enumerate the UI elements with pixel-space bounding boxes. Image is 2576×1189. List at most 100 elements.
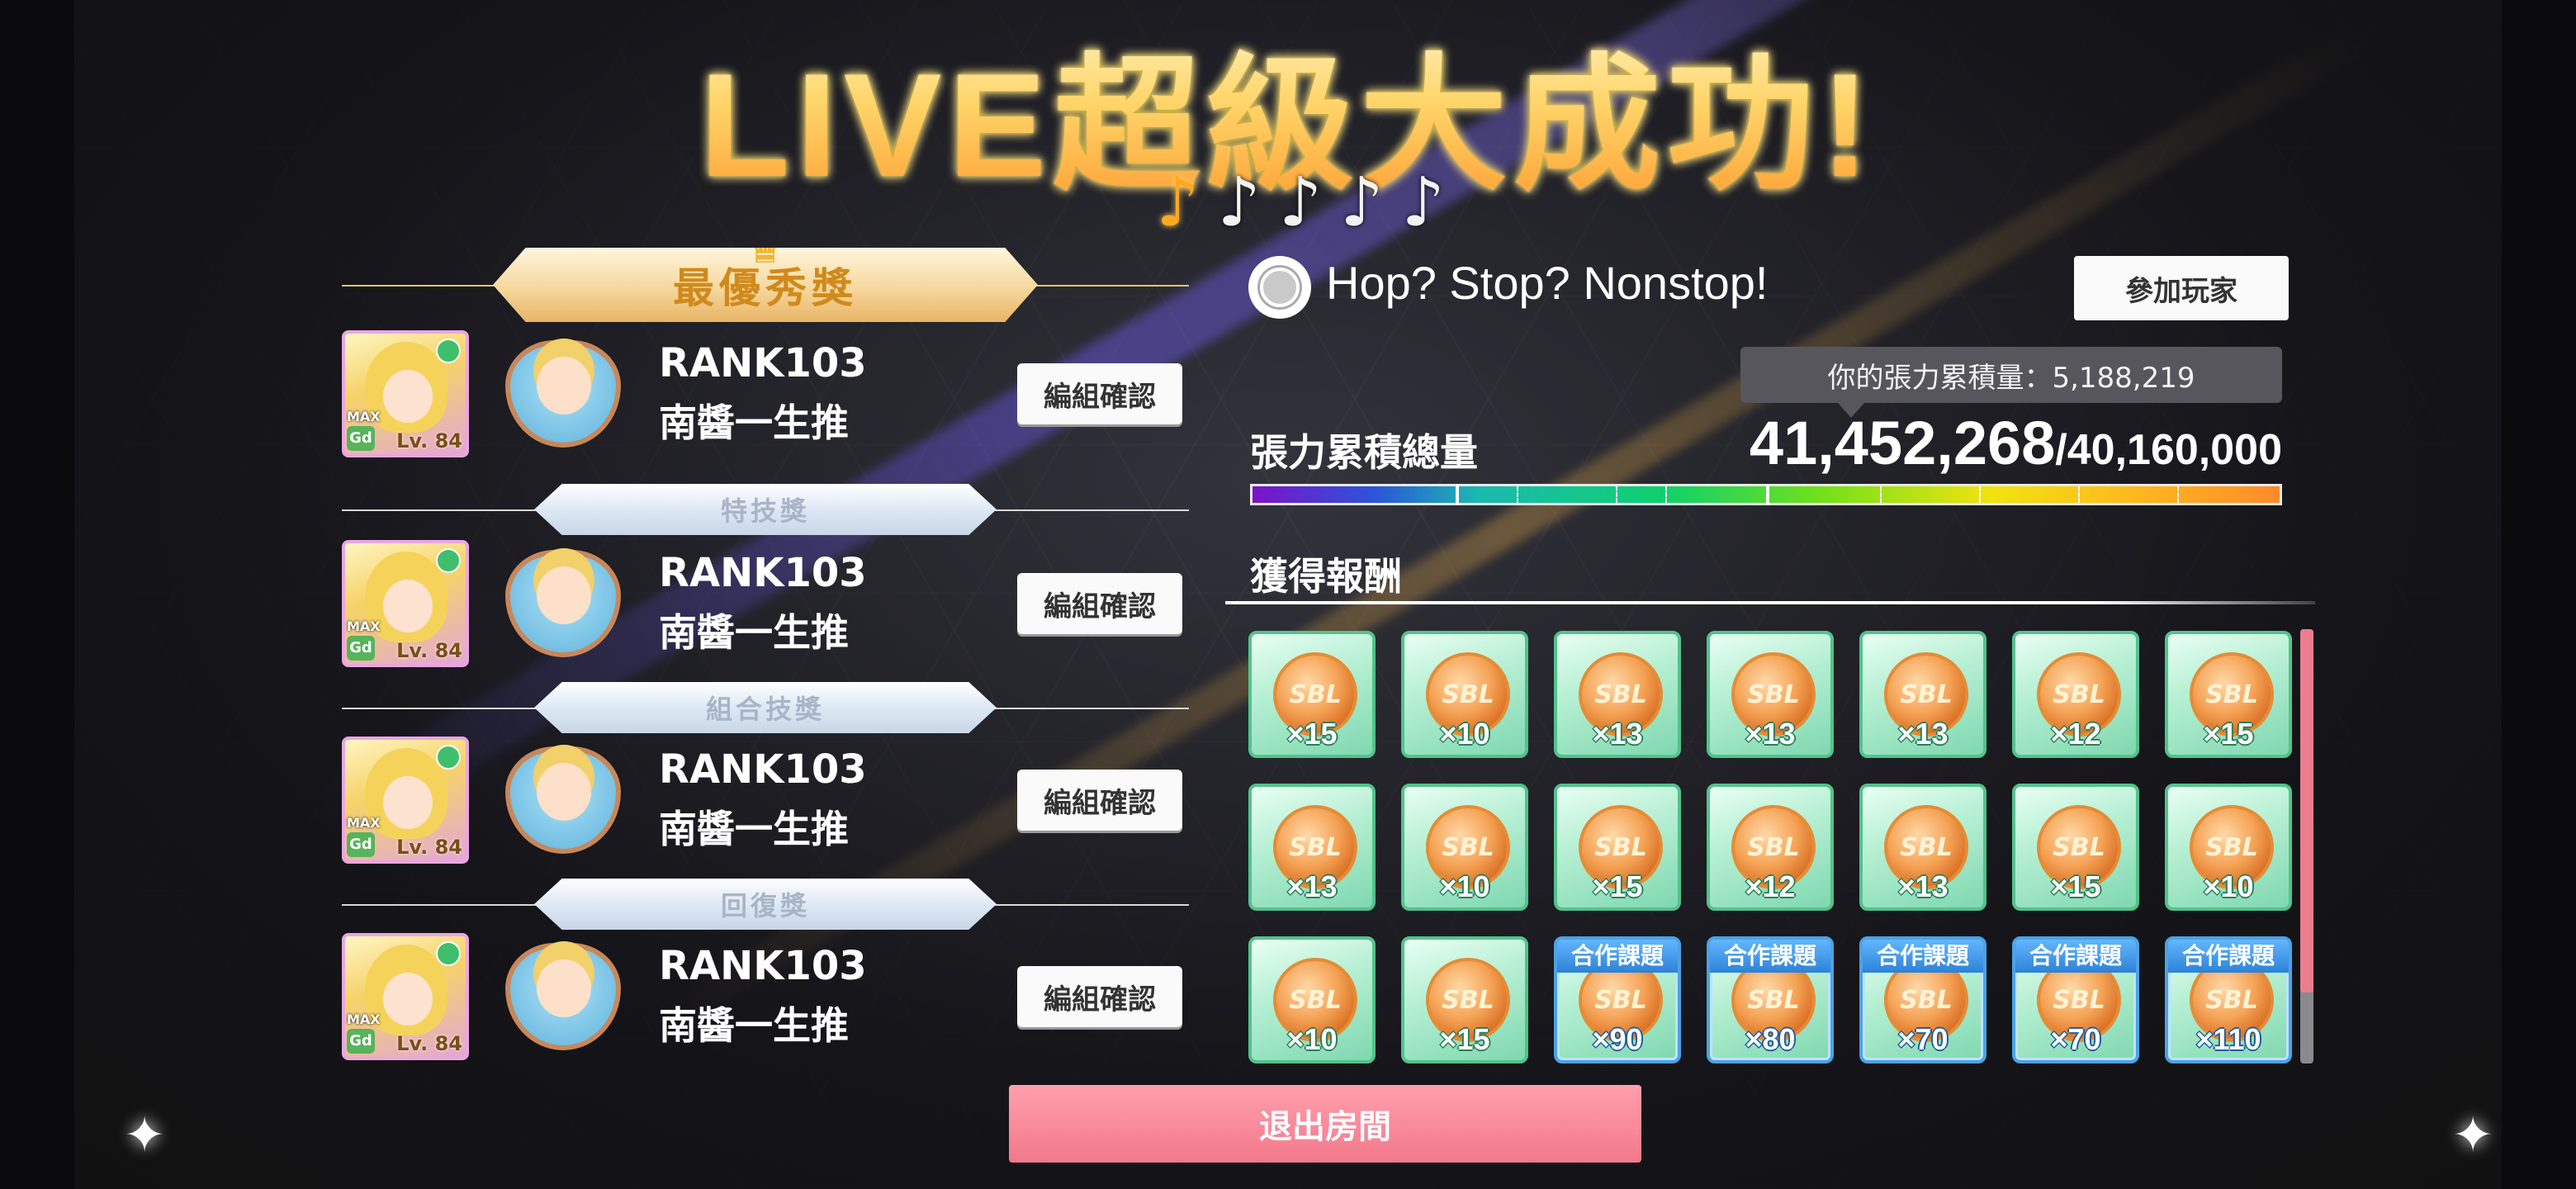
reward-quantity: ×10 [2203, 869, 2254, 903]
award-recovery: 回復獎 [342, 879, 1189, 930]
reward-quantity: ×13 [1745, 717, 1796, 751]
tension-value: 41,452,268/40,160,000 [1750, 408, 2282, 478]
reward-quantity: ×70 [1897, 1022, 1949, 1056]
award-skill: 特技獎 [342, 484, 1189, 535]
award-best: ♛ 最優秀獎 [342, 248, 1189, 322]
coop-task-tag: 合作課題 [1710, 940, 1830, 973]
tension-total: 41,452,268 [1749, 409, 2056, 477]
reward-item[interactable]: SBL ×12 [2012, 631, 2139, 758]
check-formation-button[interactable]: 編組確認 [1017, 363, 1182, 424]
reward-item[interactable]: 合作課題 SBL ×70 [1859, 936, 1986, 1063]
reward-quantity: ×15 [2203, 717, 2254, 751]
sparkle-icon: ✦ [124, 1106, 166, 1164]
player-row: MAX Gd Lv. 84 RANK103 南醬一生推 編組確認 [342, 330, 1189, 462]
player-row: MAX Gd Lv. 84 RANK103 南醬一生推 編組確認 [342, 540, 1189, 672]
reward-item[interactable]: SBL ×13 [1554, 631, 1681, 758]
reward-item[interactable]: 合作課題 SBL ×90 [1554, 936, 1681, 1063]
player-name: 南醬一生推 [659, 400, 849, 445]
music-note-icon: ♪ [1156, 163, 1200, 242]
participants-button[interactable]: 參加玩家 [2074, 256, 2289, 320]
reward-quantity: ×10 [1439, 717, 1490, 751]
player-rank: RANK103 [659, 550, 867, 596]
member-card: MAX Gd Lv. 84 [342, 737, 469, 864]
reward-item[interactable]: SBL ×13 [1248, 784, 1376, 911]
music-note-icon: ♪ [1340, 163, 1384, 242]
reward-quantity: ×12 [1745, 869, 1796, 903]
reward-item[interactable]: SBL ×15 [2012, 784, 2139, 911]
rarity-badge: Gd [347, 832, 375, 857]
rarity-badge: Gd [347, 636, 375, 661]
max-badge: MAX [347, 815, 381, 831]
reward-quantity: ×10 [1439, 869, 1490, 903]
reward-item[interactable]: 合作課題 SBL ×110 [2165, 936, 2292, 1063]
reward-item[interactable]: SBL ×10 [2165, 784, 2292, 911]
player-row: MAX Gd Lv. 84 RANK103 南醬一生推 編組確認 [342, 737, 1189, 869]
music-note-icon: ♪ [1401, 163, 1445, 242]
tension-progress-bar [1250, 484, 2282, 505]
reward-item[interactable]: SBL ×13 [1859, 784, 1986, 911]
rarity-badge: Gd [347, 426, 375, 451]
player-avatar [505, 943, 621, 1050]
rewards-label: 獲得報酬 [1250, 554, 1402, 599]
reward-item[interactable]: SBL ×12 [1707, 784, 1834, 911]
reward-quantity: ×80 [1745, 1022, 1796, 1056]
reward-quantity: ×13 [1897, 717, 1949, 751]
reward-item[interactable]: SBL ×13 [1707, 631, 1834, 758]
reward-item[interactable]: SBL ×15 [1401, 936, 1528, 1063]
player-rank: RANK103 [659, 746, 867, 793]
player-name: 南醬一生推 [659, 610, 849, 655]
reward-quantity: ×10 [1286, 1022, 1338, 1056]
reward-quantity: ×13 [1286, 869, 1338, 903]
reward-quantity: ×15 [1286, 717, 1338, 751]
card-level: Lv. 84 [396, 836, 462, 859]
reward-item[interactable]: SBL ×15 [1554, 784, 1681, 911]
award-skill-label: 特技獎 [720, 495, 810, 527]
music-note-icon: ♪ [1217, 163, 1261, 242]
reward-quantity: ×15 [2050, 869, 2101, 903]
coop-task-tag: 合作課題 [2015, 940, 2136, 973]
song-title: Hop? Stop? Nonstop! [1326, 257, 1769, 309]
tension-goal: /40,160,000 [2055, 426, 2282, 474]
rarity-badge: Gd [347, 1029, 375, 1054]
member-card: MAX Gd Lv. 84 [342, 933, 469, 1060]
reward-item[interactable]: SBL ×10 [1401, 631, 1528, 758]
sparkle-icon: ✦ [2452, 1106, 2494, 1164]
reward-item[interactable]: SBL ×13 [1859, 631, 1986, 758]
reward-item[interactable]: SBL ×10 [1401, 784, 1528, 911]
check-formation-button[interactable]: 編組確認 [1017, 770, 1182, 831]
reward-quantity: ×110 [2195, 1022, 2261, 1056]
player-avatar [505, 746, 621, 854]
card-level: Lv. 84 [396, 639, 462, 662]
exit-room-button[interactable]: 退出房間 [1009, 1085, 1641, 1163]
max-badge: MAX [347, 618, 381, 634]
player-row: MAX Gd Lv. 84 RANK103 南醬一生推 編組確認 [342, 933, 1189, 1065]
check-formation-button[interactable]: 編組確認 [1017, 966, 1182, 1027]
player-avatar [505, 340, 621, 448]
player-name: 南醬一生推 [659, 807, 849, 851]
rating-notes: ♪ ♪ ♪ ♪ ♪ [1156, 169, 1445, 237]
reward-quantity: ×15 [1592, 869, 1643, 903]
reward-quantity: ×70 [2050, 1022, 2101, 1056]
reward-item[interactable]: 合作課題 SBL ×80 [1707, 936, 1834, 1063]
reward-grid[interactable]: SBL ×15 SBL ×10 SBL ×13 SBL ×13 SBL ×13 SBL ×12 SBL ×… [1248, 631, 2297, 1063]
award-combo-label: 組合技獎 [705, 694, 825, 725]
award-recovery-label: 回復獎 [720, 890, 810, 921]
reward-item[interactable]: SBL ×10 [1248, 936, 1376, 1063]
reward-quantity: ×12 [2050, 717, 2101, 751]
player-name: 南醬一生推 [659, 1003, 849, 1048]
reward-item[interactable]: SBL ×15 [1248, 631, 1376, 758]
tension-label: 張力累積總量 [1250, 430, 1478, 475]
coop-task-tag: 合作課題 [2168, 940, 2289, 973]
music-note-icon: ♪ [1278, 163, 1323, 242]
award-combo: 組合技獎 [342, 682, 1189, 733]
card-level: Lv. 84 [396, 429, 462, 452]
max-badge: MAX [347, 1011, 381, 1027]
reward-item[interactable]: 合作課題 SBL ×70 [2012, 936, 2139, 1063]
member-card: MAX Gd Lv. 84 [342, 540, 469, 667]
your-tension-tooltip: 你的張力累積量：5,188,219 [1740, 347, 2282, 418]
coop-task-tag: 合作課題 [1557, 940, 1678, 973]
scrollbar-thumb[interactable] [2300, 629, 2313, 992]
player-avatar [505, 550, 621, 657]
reward-item[interactable]: SBL ×15 [2165, 631, 2292, 758]
check-formation-button[interactable]: 編組確認 [1017, 573, 1182, 634]
